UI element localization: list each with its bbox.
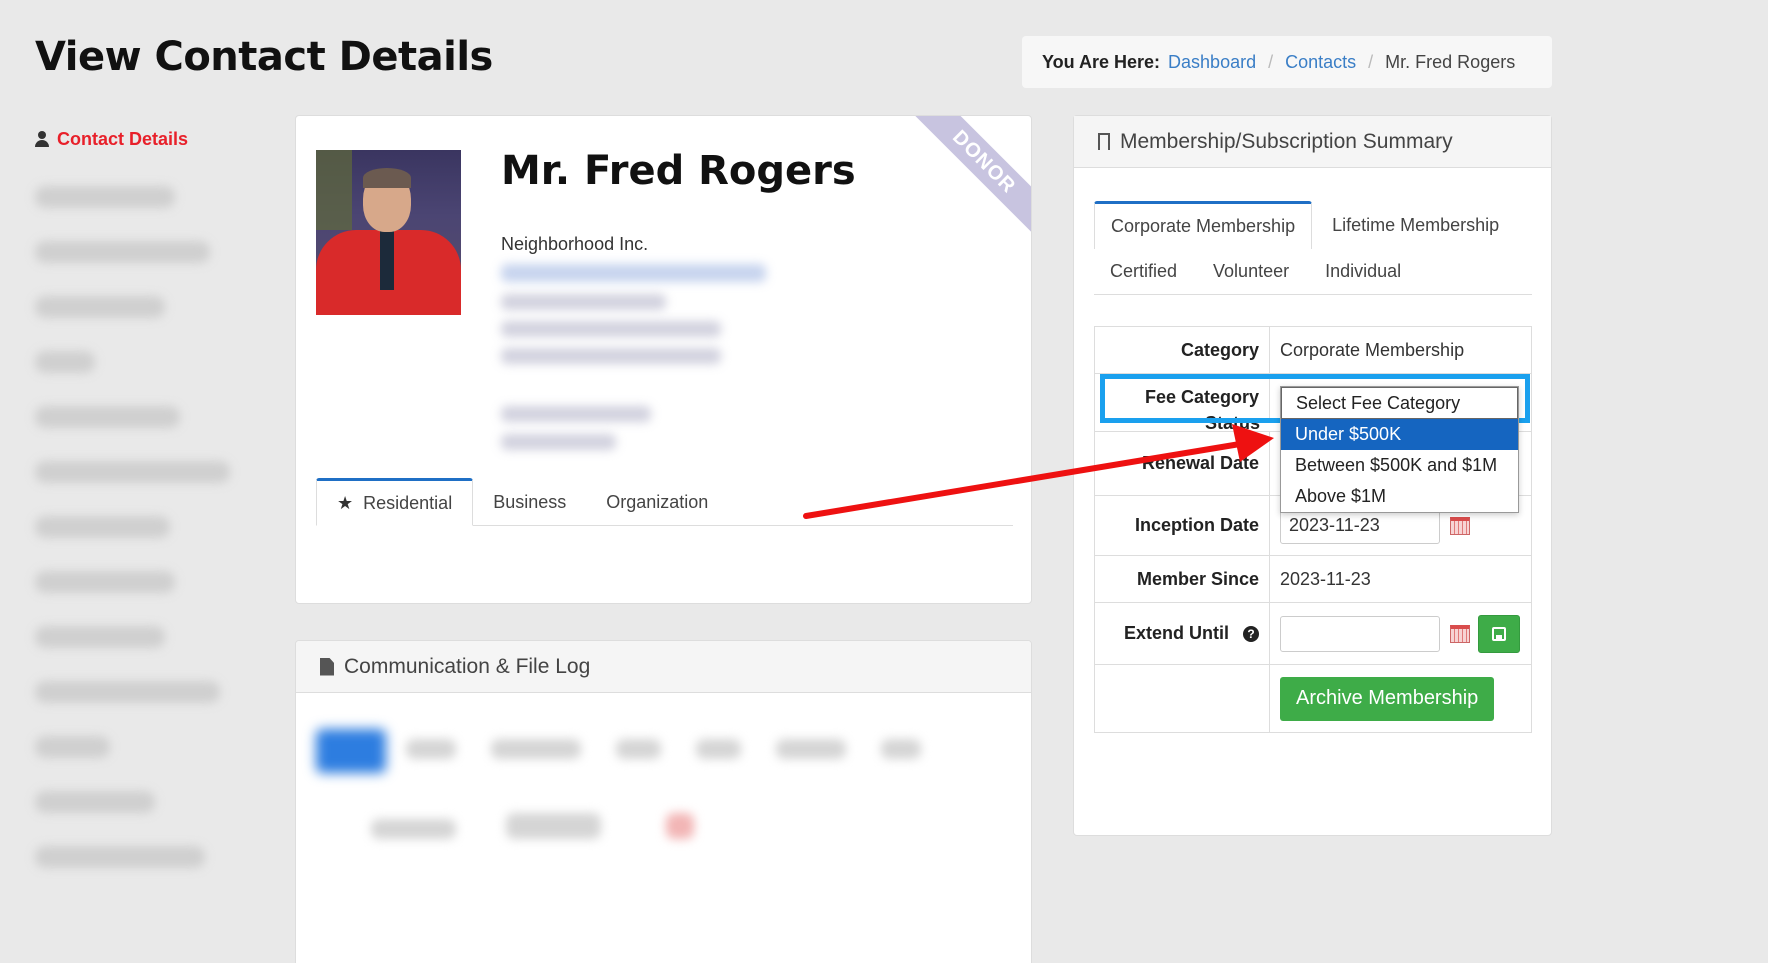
renewal-date-label: Renewal Date [1095, 432, 1270, 495]
redacted-email [501, 264, 766, 282]
redacted-icon[interactable] [666, 813, 694, 839]
bookmark-icon [1098, 133, 1110, 156]
star-icon: ★ [337, 492, 354, 513]
tab-volunteer[interactable]: Volunteer [1197, 248, 1305, 296]
category-label: Category [1095, 327, 1270, 373]
redacted-tab[interactable] [491, 739, 581, 759]
card-title: Membership/Subscription Summary [1120, 129, 1453, 153]
redacted-tab[interactable] [881, 739, 921, 759]
breadcrumb-dashboard-link[interactable]: Dashboard [1168, 52, 1256, 73]
archive-membership-button[interactable]: Archive Membership [1280, 676, 1495, 721]
redacted-tab[interactable] [616, 739, 661, 759]
extend-until-input[interactable] [1280, 615, 1440, 652]
calendar-icon[interactable] [1450, 624, 1470, 643]
user-icon [35, 131, 49, 147]
fee-option-under-500k[interactable]: Under $500K [1281, 419, 1518, 450]
redacted-tab[interactable] [776, 739, 846, 759]
redacted-tab[interactable] [406, 739, 456, 759]
address-tabs: ★ Residential Business Organization [316, 478, 1013, 526]
card-title: Communication & File Log [344, 654, 591, 678]
redacted-text [501, 321, 721, 337]
sidebar-item-contact-details[interactable]: Contact Details [35, 125, 255, 153]
fee-option-500k-to-1m[interactable]: Between $500K and $1M [1281, 450, 1518, 481]
sidebar-item-redacted[interactable] [35, 351, 95, 373]
sidebar-item-redacted[interactable] [35, 571, 175, 593]
fee-category-select[interactable]: Select Fee Category [1281, 387, 1518, 419]
contact-card: Mr. Fred Rogers Neighborhood Inc. DONOR … [295, 115, 1032, 604]
redacted-button[interactable] [316, 729, 386, 773]
sidebar-item-label: Contact Details [57, 128, 189, 149]
fee-option-above-1m[interactable]: Above $1M [1281, 481, 1518, 512]
redacted-input[interactable] [506, 813, 601, 839]
inception-date-label: Inception Date [1095, 496, 1270, 555]
membership-tabs: Corporate Membership Lifetime Membership… [1094, 201, 1532, 295]
contact-name: Mr. Fred Rogers [501, 148, 856, 194]
file-icon [320, 657, 334, 676]
extend-until-label: Extend Until [1123, 623, 1229, 643]
breadcrumb-current: Mr. Fred Rogers [1385, 51, 1516, 72]
sidebar-item-redacted[interactable] [35, 681, 220, 703]
breadcrumb-separator: / [1368, 51, 1374, 72]
breadcrumb-separator: / [1268, 51, 1274, 72]
redacted-text [501, 406, 651, 422]
help-icon[interactable]: ? [1243, 625, 1259, 642]
sidebar-item-redacted[interactable] [35, 846, 205, 868]
sidebar-item-redacted[interactable] [35, 186, 175, 208]
sidebar-item-redacted[interactable] [35, 516, 170, 538]
sidebar: Contact Details [35, 125, 255, 868]
tab-business[interactable]: Business [473, 478, 586, 526]
donor-ribbon: DONOR [912, 116, 1031, 234]
sidebar-item-redacted[interactable] [35, 791, 155, 813]
contact-photo [316, 150, 461, 315]
member-since-value: 2023-11-23 [1280, 568, 1371, 589]
redacted-text [501, 348, 721, 364]
calendar-icon[interactable] [1450, 516, 1470, 535]
redacted-text [501, 434, 616, 450]
floppy-disk-icon [1492, 626, 1506, 641]
save-button[interactable] [1478, 614, 1520, 653]
tab-organization[interactable]: Organization [586, 478, 728, 526]
sidebar-item-redacted[interactable] [35, 406, 180, 428]
contact-company: Neighborhood Inc. [501, 234, 649, 254]
tab-corporate-membership[interactable]: Corporate Membership [1094, 201, 1313, 249]
card-header: Membership/Subscription Summary [1074, 116, 1551, 168]
breadcrumb: You Are Here: Dashboard / Contacts / Mr.… [1022, 36, 1552, 88]
sidebar-item-redacted[interactable] [35, 626, 165, 648]
member-since-label: Member Since [1095, 556, 1270, 602]
sidebar-item-redacted[interactable] [35, 461, 230, 483]
redacted-text [501, 294, 666, 310]
breadcrumb-label: You Are Here: [1042, 51, 1161, 72]
tab-lifetime-membership[interactable]: Lifetime Membership [1316, 201, 1515, 249]
tab-label: Residential [363, 492, 453, 513]
category-value: Corporate Membership [1280, 339, 1465, 360]
sidebar-item-redacted[interactable] [35, 241, 210, 263]
breadcrumb-contacts-link[interactable]: Contacts [1285, 52, 1356, 73]
fee-category-dropdown[interactable]: Select Fee Category Under $500K Between … [1280, 386, 1519, 513]
redacted-text [371, 819, 456, 839]
sidebar-item-redacted[interactable] [35, 736, 110, 758]
communication-log-card: Communication & File Log [295, 640, 1032, 963]
card-header: Communication & File Log [296, 641, 1031, 693]
redacted-tab[interactable] [696, 739, 741, 759]
tab-residential[interactable]: ★ Residential [316, 478, 474, 526]
sidebar-item-redacted[interactable] [35, 296, 165, 318]
page-title: View Contact Details [35, 34, 493, 80]
tab-certified[interactable]: Certified [1094, 248, 1193, 296]
tab-individual[interactable]: Individual [1309, 248, 1417, 296]
